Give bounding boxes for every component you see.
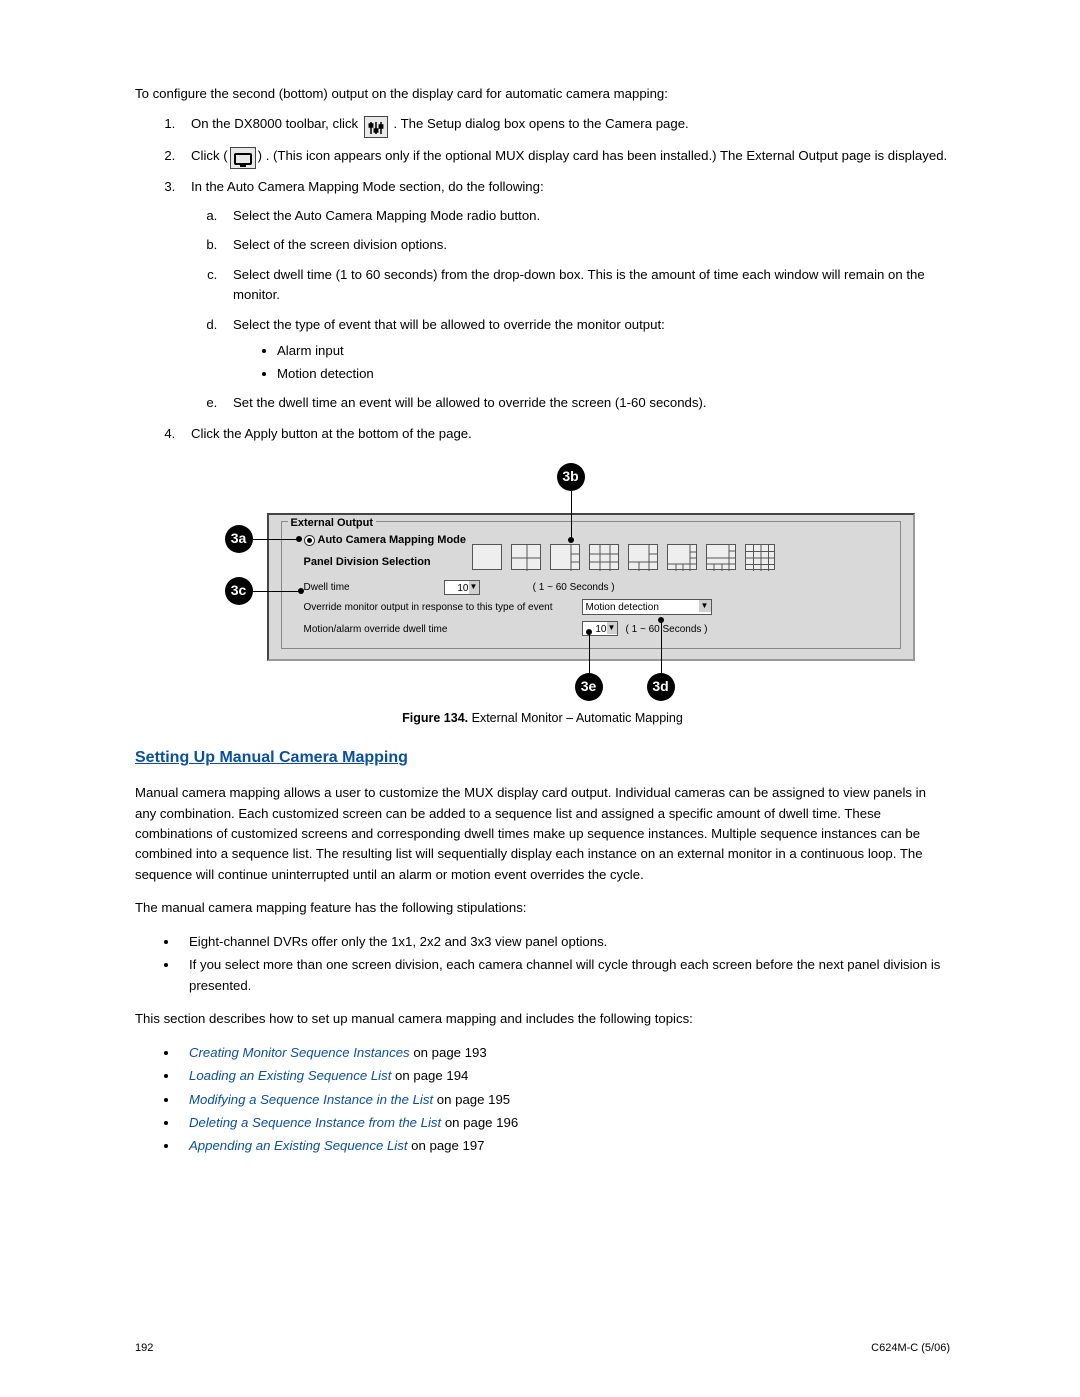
step-1-b: . The Setup dialog box opens to the Came… (393, 116, 688, 131)
figure-caption: Figure 134. External Monitor – Automatic… (135, 709, 950, 728)
override-event-select[interactable]: Motion detection (582, 599, 712, 615)
auto-mapping-radio[interactable]: Auto Camera Mapping Mode (304, 532, 467, 549)
panel-3x3-icon[interactable] (589, 544, 619, 570)
stipulation-2: If you select more than one screen divis… (179, 955, 950, 996)
stipulation-list: Eight-channel DVRs offer only the 1x1, 2… (135, 932, 950, 996)
step-2-a: Click (191, 148, 220, 163)
step-3-text: In the Auto Camera Mapping Mode section,… (191, 179, 544, 194)
topic-2: Loading an Existing Sequence List on pag… (179, 1066, 950, 1086)
topic-5: Appending an Existing Sequence List on p… (179, 1136, 950, 1156)
figure-wrapper: External Output Auto Camera Mapping Mode… (135, 463, 950, 728)
step-3d-2: Motion detection (277, 364, 950, 384)
panel-4x4-icon[interactable] (745, 544, 775, 570)
radio-icon (304, 535, 315, 546)
dwell-label: Dwell time (304, 580, 350, 596)
step-1-a: On the DX8000 toolbar, click (191, 116, 358, 131)
leader-3e (589, 633, 590, 673)
topic-link-1[interactable]: Creating Monitor Sequence Instances (189, 1045, 410, 1060)
step-3d: Select the type of event that will be al… (221, 315, 950, 384)
topic-suffix-3: on page 195 (433, 1092, 510, 1107)
leader-3c (253, 591, 300, 592)
panel-division-buttons (472, 544, 775, 570)
leader-3d (661, 621, 662, 673)
topic-link-3[interactable]: Modifying a Sequence Instance in the Lis… (189, 1092, 433, 1107)
topic-suffix-1: on page 193 (410, 1045, 487, 1060)
leader-3b (571, 491, 572, 539)
step-2: Click ( ) . (This icon appears only if t… (179, 146, 950, 166)
callout-3d: 3d (647, 673, 675, 701)
step-3-sublist: Select the Auto Camera Mapping Mode radi… (191, 206, 950, 414)
section-heading: Setting Up Manual Camera Mapping (135, 746, 950, 771)
page-footer: 192 C624M-C (5/06) (135, 1340, 950, 1357)
topic-1: Creating Monitor Sequence Instances on p… (179, 1043, 950, 1063)
step-1: On the DX8000 toolbar, click . The Setup… (179, 114, 950, 134)
setup-sliders-icon (364, 116, 388, 138)
step-3d-1: Alarm input (277, 341, 950, 361)
callout-3e: 3e (575, 673, 603, 701)
panel-division-label: Panel Division Selection (304, 554, 431, 571)
manual-mapping-para-2: The manual camera mapping feature has th… (135, 898, 950, 918)
step-list: On the DX8000 toolbar, click . The Setup… (135, 114, 950, 444)
step-3a: Select the Auto Camera Mapping Mode radi… (221, 206, 950, 226)
document-code: C624M-C (5/06) (871, 1340, 950, 1357)
dwell-hint: ( 1 ~ 60 Seconds ) (533, 580, 615, 596)
monitor-icon (230, 147, 256, 169)
figure-caption-text: External Monitor – Automatic Mapping (468, 711, 683, 725)
group-title: External Output (288, 515, 377, 532)
step-3b: Select of the screen division options. (221, 235, 950, 255)
override-label: Override monitor output in response to t… (304, 600, 553, 616)
step-4: Click the Apply button at the bottom of … (179, 424, 950, 444)
motion-alarm-label: Motion/alarm override dwell time (304, 622, 448, 638)
topic-suffix-5: on page 197 (407, 1138, 484, 1153)
dwell-time-select[interactable]: 10 (444, 580, 480, 595)
panel-1p3-icon[interactable] (550, 544, 580, 570)
step-3e: Set the dwell time an event will be allo… (221, 393, 950, 413)
topic-4: Deleting a Sequence Instance from the Li… (179, 1113, 950, 1133)
figure-134: External Output Auto Camera Mapping Mode… (167, 463, 919, 701)
topic-link-5[interactable]: Appending an Existing Sequence List (189, 1138, 407, 1153)
panel-1p7-icon[interactable] (667, 544, 697, 570)
topic-link-4[interactable]: Deleting a Sequence Instance from the Li… (189, 1115, 441, 1130)
callout-3c: 3c (225, 577, 253, 605)
topic-link-2[interactable]: Loading an Existing Sequence List (189, 1068, 391, 1083)
panel-1p12-icon[interactable] (706, 544, 736, 570)
figure-number: Figure 134. (402, 711, 468, 725)
topic-list: Creating Monitor Sequence Instances on p… (135, 1043, 950, 1157)
radio-label: Auto Camera Mapping Mode (318, 532, 467, 549)
callout-3a: 3a (225, 525, 253, 553)
manual-mapping-para-1: Manual camera mapping allows a user to c… (135, 783, 950, 885)
panel-1p5-icon[interactable] (628, 544, 658, 570)
panel-2x2-icon[interactable] (511, 544, 541, 570)
external-output-panel: External Output Auto Camera Mapping Mode… (267, 513, 915, 661)
step-3: In the Auto Camera Mapping Mode section,… (179, 177, 950, 413)
page-number: 192 (135, 1340, 153, 1357)
topic-suffix-4: on page 196 (441, 1115, 518, 1130)
step-3d-bullets: Alarm input Motion detection (233, 341, 950, 384)
step-2-b: . (This icon appears only if the optiona… (266, 148, 948, 163)
topic-3: Modifying a Sequence Instance in the Lis… (179, 1090, 950, 1110)
leader-3a (253, 539, 298, 540)
stipulation-1: Eight-channel DVRs offer only the 1x1, 2… (179, 932, 950, 952)
panel-1x1-icon[interactable] (472, 544, 502, 570)
step-3c: Select dwell time (1 to 60 seconds) from… (221, 265, 950, 306)
intro-text: To configure the second (bottom) output … (135, 84, 950, 104)
topic-suffix-2: on page 194 (391, 1068, 468, 1083)
manual-mapping-para-3: This section describes how to set up man… (135, 1009, 950, 1029)
dwell-time-row: Dwell time 10 ( 1 ~ 60 Seconds ) (304, 580, 615, 596)
callout-3b: 3b (557, 463, 585, 491)
step-3d-text: Select the type of event that will be al… (233, 317, 665, 332)
motion-alarm-hint: ( 1 ~ 60 Seconds ) (626, 622, 708, 638)
